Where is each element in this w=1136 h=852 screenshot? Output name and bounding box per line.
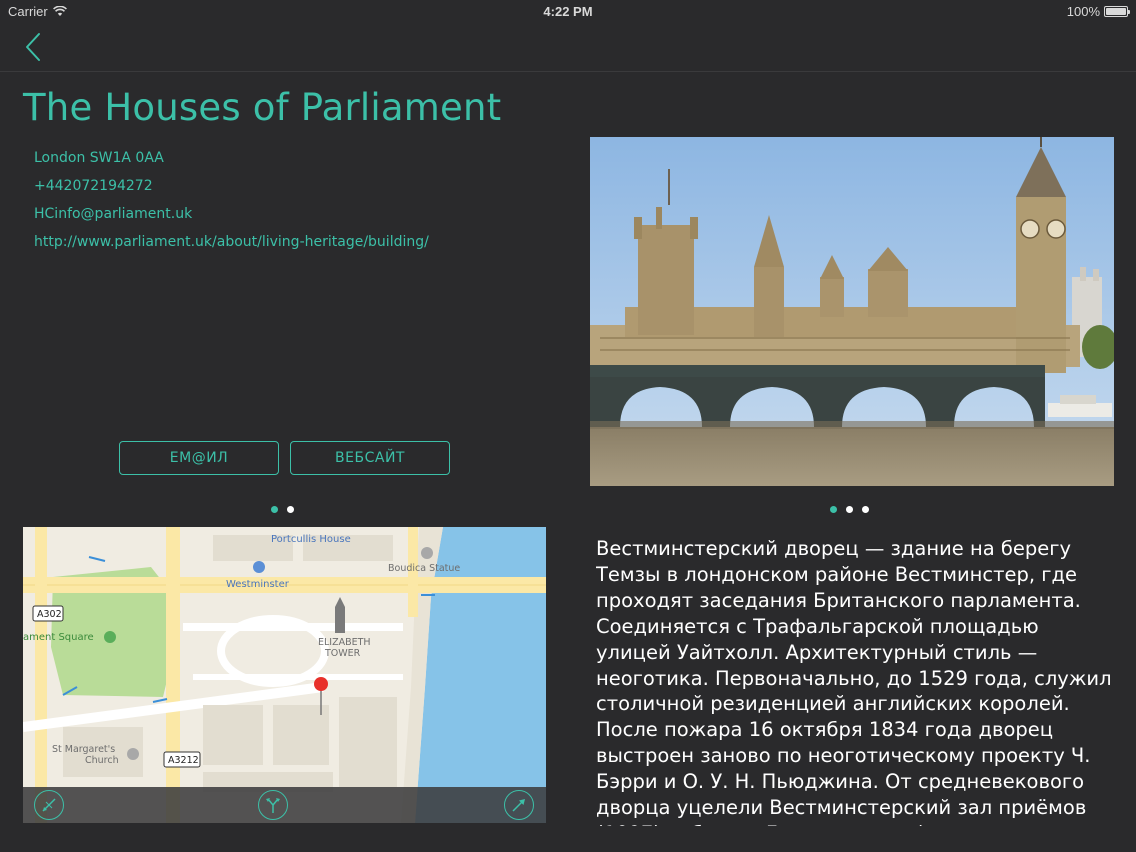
battery-group: 100% — [1066, 4, 1130, 19]
clock: 4:22 PM — [543, 4, 593, 19]
info-page-indicator[interactable] — [271, 506, 294, 513]
location-map[interactable]: Portcullis House Westminster Boudica Sta… — [23, 527, 546, 823]
contact-info: London SW1A 0AA +442072194272 HCinfo@par… — [34, 148, 429, 260]
compass-icon — [42, 798, 56, 812]
map-label-parliament-square: ament Square — [23, 632, 94, 643]
map-label-portcullis: Portcullis House — [271, 534, 351, 545]
page-dot[interactable] — [287, 506, 294, 513]
map-label-westminster: Westminster — [226, 579, 289, 590]
description-text: Вестминстерский дворец — здание на берег… — [596, 537, 1112, 826]
navigation-bar — [0, 22, 1136, 72]
email-link[interactable]: HCinfo@parliament.uk — [34, 204, 429, 232]
page-dot[interactable] — [862, 506, 869, 513]
page-dot[interactable] — [271, 506, 278, 513]
landmark-photo[interactable] — [590, 137, 1114, 486]
map-label-boudica: Boudica Statue — [388, 563, 461, 574]
chevron-left-icon — [26, 33, 40, 61]
map-label-elizabeth: ELIZABETH — [318, 637, 371, 648]
compass-button[interactable] — [34, 790, 64, 820]
email-button[interactable]: ЕМ@ИЛ — [119, 441, 279, 475]
battery-icon — [1104, 6, 1130, 17]
map-label-st-margarets: St Margaret's — [52, 744, 116, 755]
page-dot[interactable] — [830, 506, 837, 513]
parliament-photo-illustration — [590, 137, 1114, 486]
navigate-icon — [512, 799, 525, 812]
status-bar: Carrier 4:22 PM 100% — [0, 0, 1136, 22]
map-label-church: Church — [85, 755, 119, 766]
battery-percent: 100% — [1066, 4, 1100, 19]
navigate-button[interactable] — [504, 790, 534, 820]
map-label-tower: TOWER — [325, 648, 361, 659]
map-toolbar — [23, 787, 546, 823]
map-canvas — [23, 527, 546, 823]
address-text: London SW1A 0AA — [34, 150, 164, 166]
website-button[interactable]: ВЕБСАЙТ — [290, 441, 450, 475]
page-title: The Houses of Parliament — [23, 86, 502, 129]
phone-link[interactable]: +442072194272 — [34, 176, 429, 204]
map-label-a3212: A3212 — [168, 755, 199, 766]
photo-page-indicator[interactable] — [830, 506, 869, 513]
back-button[interactable] — [18, 30, 48, 64]
map-label-a302: A302 — [37, 609, 62, 620]
website-link[interactable]: http://www.parliament.uk/about/living-he… — [34, 232, 429, 260]
directions-button[interactable] — [258, 790, 288, 820]
page-dot[interactable] — [846, 506, 853, 513]
directions-icon — [266, 798, 280, 813]
